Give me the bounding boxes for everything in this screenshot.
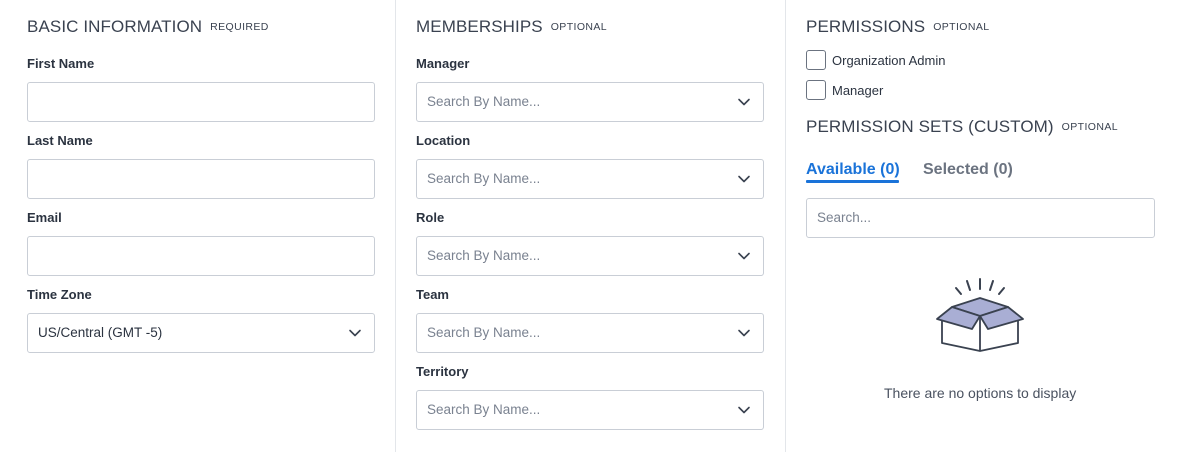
time-zone-label: Time Zone	[27, 287, 92, 302]
open-box-icon	[936, 278, 1024, 352]
role-placeholder: Search By Name...	[427, 248, 541, 263]
manager-label: Manager	[416, 56, 470, 71]
permission-sets-title: PERMISSION SETS (CUSTOM)	[806, 117, 1054, 136]
manager-placeholder: Search By Name...	[427, 94, 541, 109]
basic-information-heading: BASIC INFORMATION REQUIRED	[27, 17, 269, 37]
manager-permission-label: Manager	[832, 82, 884, 98]
required-tag: REQUIRED	[210, 21, 269, 33]
organization-admin-checkbox[interactable]	[806, 50, 826, 70]
basic-information-panel: BASIC INFORMATION REQUIRED First Name Las…	[0, 0, 396, 452]
memberships-heading: MEMBERSHIPS OPTIONAL	[416, 17, 607, 37]
manager-checkbox[interactable]	[806, 80, 826, 100]
basic-information-title: BASIC INFORMATION	[27, 17, 203, 36]
location-label: Location	[416, 133, 471, 148]
location-select[interactable]: Search By Name...	[416, 159, 764, 199]
memberships-panel: MEMBERSHIPS OPTIONAL Manager Search By Na…	[396, 0, 786, 452]
location-placeholder: Search By Name...	[427, 171, 541, 186]
email-label: Email	[27, 210, 62, 225]
search-placeholder: Search...	[817, 210, 872, 225]
chevron-down-icon	[738, 252, 750, 260]
team-select[interactable]: Search By Name...	[416, 313, 764, 353]
chevron-down-icon	[738, 406, 750, 414]
permissions-title: PERMISSIONS	[806, 17, 926, 36]
chevron-down-icon	[738, 98, 750, 106]
chevron-down-icon	[738, 329, 750, 337]
last-name-input[interactable]	[27, 159, 375, 199]
role-select[interactable]: Search By Name...	[416, 236, 764, 276]
chevron-down-icon	[738, 175, 750, 183]
permission-sets-heading: PERMISSION SETS (CUSTOM) OPTIONAL	[806, 117, 1118, 137]
permissions-panel: PERMISSIONS OPTIONAL Organization Admin M…	[786, 0, 1197, 452]
team-label: Team	[416, 287, 449, 302]
territory-placeholder: Search By Name...	[427, 402, 541, 417]
time-zone-select[interactable]: US/Central (GMT -5)	[27, 313, 375, 353]
first-name-input[interactable]	[27, 82, 375, 122]
optional-tag: OPTIONAL	[933, 21, 990, 33]
empty-state-message: There are no options to display	[884, 385, 1077, 401]
chevron-down-icon	[349, 329, 361, 337]
active-tab-indicator	[806, 180, 899, 183]
tab-selected[interactable]: Selected (0)	[923, 161, 1013, 179]
territory-select[interactable]: Search By Name...	[416, 390, 764, 430]
optional-tag: OPTIONAL	[1061, 121, 1118, 133]
optional-tag: OPTIONAL	[550, 21, 608, 33]
permission-sets-search-input[interactable]: Search...	[806, 198, 1155, 238]
role-label: Role	[416, 210, 445, 225]
manager-select[interactable]: Search By Name...	[416, 82, 764, 122]
tab-available[interactable]: Available (0)	[806, 161, 900, 179]
permissions-heading: PERMISSIONS OPTIONAL	[806, 17, 989, 37]
memberships-title: MEMBERSHIPS	[416, 17, 543, 36]
email-input[interactable]	[27, 236, 375, 276]
territory-label: Territory	[416, 364, 469, 379]
manager-option[interactable]: Manager	[806, 80, 883, 100]
time-zone-value: US/Central (GMT -5)	[38, 325, 163, 340]
organization-admin-option[interactable]: Organization Admin	[806, 50, 945, 70]
first-name-label: First Name	[27, 56, 95, 71]
last-name-label: Last Name	[27, 133, 93, 148]
organization-admin-label: Organization Admin	[832, 52, 946, 68]
team-placeholder: Search By Name...	[427, 325, 541, 340]
